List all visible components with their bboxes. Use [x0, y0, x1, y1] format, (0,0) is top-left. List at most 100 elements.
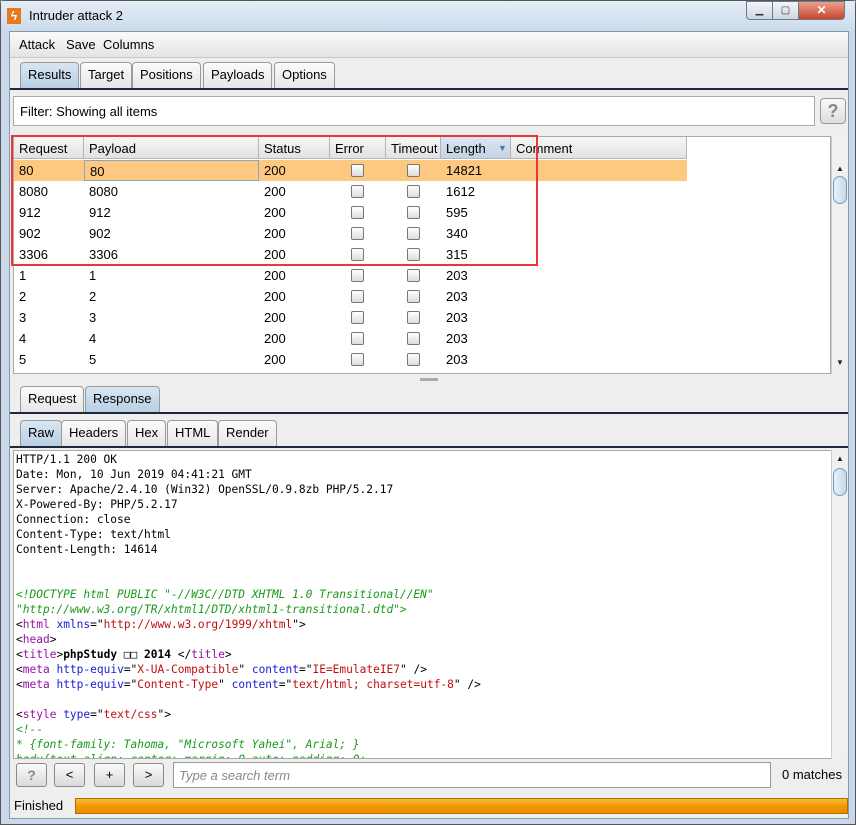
code-token: "http://www.w3.org/TR/xhtml1/DTD/xhtml1-… — [16, 603, 407, 616]
table-row[interactable]: 8080 8080 200 1612 — [14, 181, 687, 202]
scroll-thumb[interactable] — [833, 468, 847, 496]
timeout-checkbox — [407, 332, 420, 345]
scroll-down-icon[interactable]: ▼ — [833, 356, 847, 370]
comment-cell — [511, 265, 687, 286]
timeout-checkbox — [407, 353, 420, 366]
table-row[interactable]: 80 80 200 14821 — [14, 160, 687, 181]
results-scrollbar[interactable]: ▲ ▼ — [831, 136, 847, 374]
tab-payloads[interactable]: Payloads — [203, 62, 273, 88]
menu-columns[interactable]: Columns — [103, 37, 154, 52]
title-bar: ϟ Intruder attack 2 ▁ ▢ ✕ — [1, 1, 855, 31]
tab-results[interactable]: Results — [20, 62, 80, 88]
search-help-button[interactable]: ? — [16, 763, 47, 787]
tab-raw[interactable]: Raw — [20, 420, 63, 446]
menu-bar: Attack Save Columns — [10, 32, 848, 58]
response-scrollbar[interactable]: ▲ — [831, 450, 847, 759]
search-next-button[interactable]: > — [133, 763, 164, 787]
code-token: type — [63, 708, 91, 721]
length-cell: 315 — [446, 247, 468, 262]
tab-render[interactable]: Render — [218, 420, 277, 446]
split-handle[interactable] — [420, 378, 438, 381]
length-cell: 595 — [446, 205, 468, 220]
code-token: </ — [170, 648, 192, 661]
error-checkbox — [351, 353, 364, 366]
request-cell: 2 — [19, 289, 27, 304]
table-row[interactable]: 5 5 200 203 — [14, 349, 687, 370]
column-header-error[interactable]: Error — [330, 137, 386, 159]
table-row[interactable]: 902 902 200 340 — [14, 223, 687, 244]
scroll-up-icon[interactable]: ▲ — [833, 452, 847, 466]
length-cell: 203 — [446, 310, 468, 325]
table-row[interactable]: 3 3 200 203 — [14, 307, 687, 328]
filter-bar[interactable]: Filter: Showing all items — [13, 96, 815, 126]
timeout-checkbox — [407, 185, 420, 198]
response-line: Connection: close — [16, 512, 831, 527]
code-token: " /> — [400, 663, 427, 676]
length-cell: 203 — [446, 352, 468, 367]
search-prev-button[interactable]: < — [54, 763, 85, 787]
column-header-comment[interactable]: Comment — [511, 137, 687, 159]
tab-html[interactable]: HTML — [167, 420, 219, 446]
response-raw-text[interactable]: HTTP/1.1 200 OK Date: Mon, 10 Jun 2019 04… — [13, 450, 832, 759]
menu-attack[interactable]: Attack — [19, 37, 55, 52]
tab-options[interactable]: Options — [274, 62, 335, 88]
intruder-window: ϟ Intruder attack 2 ▁ ▢ ✕ Attack Save Co… — [0, 0, 856, 825]
code-token: > — [49, 633, 57, 646]
scroll-thumb[interactable] — [833, 176, 847, 204]
response-line: <!DOCTYPE html PUBLIC "-//W3C//DTD XHTML… — [16, 587, 831, 602]
table-row[interactable]: 912 912 200 595 — [14, 202, 687, 223]
search-add-button[interactable]: + — [94, 763, 125, 787]
table-row[interactable]: 4 4 200 203 — [14, 328, 687, 349]
code-token: Server: Apache/2.4.10 (Win32) OpenSSL/0.… — [16, 483, 394, 496]
timeout-checkbox — [407, 311, 420, 324]
code-token: =" — [90, 618, 104, 631]
burp-lightning-icon: ϟ — [7, 8, 21, 24]
code-token: content — [231, 678, 279, 691]
filter-help-button[interactable]: ? — [820, 98, 846, 124]
column-header-timeout[interactable]: Timeout — [386, 137, 441, 159]
table-row[interactable]: 2 2 200 203 — [14, 286, 687, 307]
response-line: HTTP/1.1 200 OK — [16, 452, 831, 467]
column-header-status[interactable]: Status — [259, 137, 330, 159]
table-row[interactable]: 3306 3306 200 315 — [14, 244, 687, 265]
results-table: Request Payload Status Error Timeout Length ▼ C… — [13, 136, 831, 374]
tab-hex[interactable]: Hex — [127, 420, 167, 446]
code-token: text/css — [103, 708, 158, 721]
response-line: <style type="text/css"> — [16, 707, 831, 722]
response-line: "http://www.w3.org/TR/xhtml1/DTD/xhtml1-… — [16, 602, 831, 617]
window-title: Intruder attack 2 — [29, 8, 123, 23]
tab-request[interactable]: Request — [20, 386, 85, 412]
code-token: style — [22, 708, 57, 721]
search-input[interactable]: Type a search term — [173, 762, 771, 788]
code-token: < — [16, 618, 23, 631]
code-token: =" — [298, 663, 313, 676]
request-cell: 3306 — [19, 247, 48, 262]
tab-positions[interactable]: Positions — [132, 62, 201, 88]
request-cell: 3 — [19, 310, 27, 325]
response-line: Date: Mon, 10 Jun 2019 04:41:21 GMT — [16, 467, 831, 482]
error-checkbox — [351, 164, 364, 177]
code-token: X-Powered-By: PHP/5.2.17 — [16, 498, 178, 511]
status-cell: 200 — [264, 331, 286, 346]
column-header-request[interactable]: Request — [14, 137, 84, 159]
scroll-up-icon[interactable]: ▲ — [833, 162, 847, 176]
code-token: =" — [278, 678, 293, 691]
tab-headers[interactable]: Headers — [61, 420, 127, 446]
status-cell: 200 — [264, 226, 286, 241]
minimize-button[interactable]: ▁ — [746, 1, 773, 20]
length-cell: 1612 — [446, 184, 475, 199]
payload-cell: 1 — [89, 268, 97, 283]
column-header-payload[interactable]: Payload — [84, 137, 259, 159]
payload-cell: 3306 — [89, 247, 118, 262]
code-token: http-equiv — [56, 663, 124, 676]
close-button[interactable]: ✕ — [798, 1, 845, 20]
response-line — [16, 692, 831, 707]
error-checkbox — [351, 185, 364, 198]
table-row[interactable]: 1 1 200 203 — [14, 265, 687, 286]
timeout-checkbox — [407, 164, 420, 177]
maximize-button[interactable]: ▢ — [772, 1, 799, 20]
menu-save[interactable]: Save — [66, 37, 96, 52]
tab-response[interactable]: Response — [85, 386, 160, 412]
tab-target[interactable]: Target — [80, 62, 133, 88]
response-line: Content-Length: 14614 — [16, 542, 831, 557]
